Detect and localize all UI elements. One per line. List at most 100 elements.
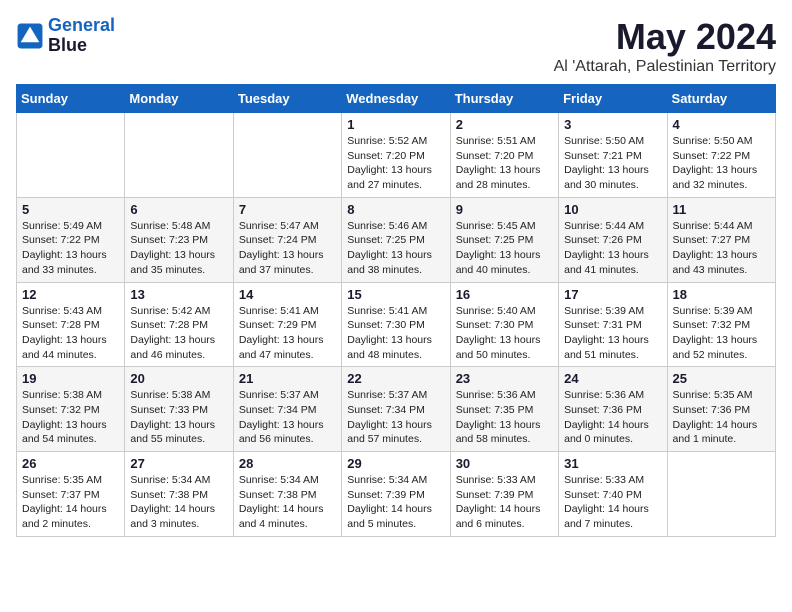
day-info: Sunrise: 5:35 AMSunset: 7:37 PMDaylight:…: [22, 473, 119, 532]
day-number: 26: [22, 456, 119, 471]
day-info: Sunrise: 5:41 AMSunset: 7:29 PMDaylight:…: [239, 304, 336, 363]
day-number: 30: [456, 456, 553, 471]
weekday-header-sunday: Sunday: [17, 85, 125, 113]
calendar-cell: 26 Sunrise: 5:35 AMSunset: 7:37 PMDayligh…: [17, 452, 125, 537]
day-number: 2: [456, 117, 553, 132]
calendar-cell: 31 Sunrise: 5:33 AMSunset: 7:40 PMDayligh…: [559, 452, 667, 537]
calendar-cell: 20Sunrise: 5:38 AMSunset: 7:33 PMDayligh…: [125, 367, 233, 452]
day-info: Sunrise: 5:46 AMSunset: 7:25 PMDaylight:…: [347, 219, 444, 278]
calendar-cell: 8 Sunrise: 5:46 AMSunset: 7:25 PMDaylight…: [342, 197, 450, 282]
day-info: Sunrise: 5:39 AMSunset: 7:31 PMDaylight:…: [564, 304, 661, 363]
weekday-header-saturday: Saturday: [667, 85, 775, 113]
week-row-1: 1 Sunrise: 5:52 AMSunset: 7:20 PMDaylight…: [17, 113, 776, 198]
calendar-cell: 15Sunrise: 5:41 AMSunset: 7:30 PMDayligh…: [342, 282, 450, 367]
day-number: 29: [347, 456, 444, 471]
day-info: Sunrise: 5:51 AMSunset: 7:20 PMDaylight:…: [456, 134, 553, 193]
calendar-cell: 13 Sunrise: 5:42 AMSunset: 7:28 PMDayligh…: [125, 282, 233, 367]
calendar-cell: 21 Sunrise: 5:37 AMSunset: 7:34 PMDayligh…: [233, 367, 341, 452]
day-info: Sunrise: 5:42 AMSunset: 7:28 PMDaylight:…: [130, 304, 227, 363]
day-number: 24: [564, 371, 661, 386]
weekday-header-thursday: Thursday: [450, 85, 558, 113]
calendar-table: SundayMondayTuesdayWednesdayThursdayFrid…: [16, 84, 776, 537]
day-info: Sunrise: 5:33 AMSunset: 7:40 PMDaylight:…: [564, 473, 661, 532]
day-info: Sunrise: 5:37 AMSunset: 7:34 PMDaylight:…: [347, 388, 444, 447]
calendar-cell: 29 Sunrise: 5:34 AMSunset: 7:39 PMDayligh…: [342, 452, 450, 537]
calendar-cell: [233, 113, 341, 198]
day-info: Sunrise: 5:43 AMSunset: 7:28 PMDaylight:…: [22, 304, 119, 363]
calendar-cell: 1 Sunrise: 5:52 AMSunset: 7:20 PMDaylight…: [342, 113, 450, 198]
day-number: 31: [564, 456, 661, 471]
logo-icon: [16, 22, 44, 50]
week-row-3: 12 Sunrise: 5:43 AMSunset: 7:28 PMDayligh…: [17, 282, 776, 367]
day-info: Sunrise: 5:52 AMSunset: 7:20 PMDaylight:…: [347, 134, 444, 193]
calendar-cell: 4 Sunrise: 5:50 AMSunset: 7:22 PMDaylight…: [667, 113, 775, 198]
day-info: Sunrise: 5:41 AMSunset: 7:30 PMDaylight:…: [347, 304, 444, 363]
calendar-cell: 23 Sunrise: 5:36 AMSunset: 7:35 PMDayligh…: [450, 367, 558, 452]
day-number: 7: [239, 202, 336, 217]
day-number: 10: [564, 202, 661, 217]
calendar-cell: 16Sunrise: 5:40 AMSunset: 7:30 PMDayligh…: [450, 282, 558, 367]
calendar-cell: 6 Sunrise: 5:48 AMSunset: 7:23 PMDaylight…: [125, 197, 233, 282]
week-row-5: 26 Sunrise: 5:35 AMSunset: 7:37 PMDayligh…: [17, 452, 776, 537]
calendar-cell: 19 Sunrise: 5:38 AMSunset: 7:32 PMDayligh…: [17, 367, 125, 452]
calendar-cell: 22 Sunrise: 5:37 AMSunset: 7:34 PMDayligh…: [342, 367, 450, 452]
day-info: Sunrise: 5:50 AMSunset: 7:22 PMDaylight:…: [673, 134, 770, 193]
calendar-cell: 17Sunrise: 5:39 AMSunset: 7:31 PMDayligh…: [559, 282, 667, 367]
weekday-header-tuesday: Tuesday: [233, 85, 341, 113]
day-number: 6: [130, 202, 227, 217]
day-number: 11: [673, 202, 770, 217]
day-number: 8: [347, 202, 444, 217]
day-info: Sunrise: 5:50 AMSunset: 7:21 PMDaylight:…: [564, 134, 661, 193]
logo: General Blue: [16, 16, 115, 56]
day-info: Sunrise: 5:36 AMSunset: 7:36 PMDaylight:…: [564, 388, 661, 447]
day-info: Sunrise: 5:36 AMSunset: 7:35 PMDaylight:…: [456, 388, 553, 447]
calendar-cell: 28 Sunrise: 5:34 AMSunset: 7:38 PMDayligh…: [233, 452, 341, 537]
day-info: Sunrise: 5:48 AMSunset: 7:23 PMDaylight:…: [130, 219, 227, 278]
page-header: General Blue May 2024 Al 'Attarah, Pales…: [16, 16, 776, 76]
day-info: Sunrise: 5:34 AMSunset: 7:38 PMDaylight:…: [239, 473, 336, 532]
day-number: 5: [22, 202, 119, 217]
weekday-header-monday: Monday: [125, 85, 233, 113]
calendar-cell: 7 Sunrise: 5:47 AMSunset: 7:24 PMDaylight…: [233, 197, 341, 282]
calendar-cell: 25 Sunrise: 5:35 AMSunset: 7:36 PMDayligh…: [667, 367, 775, 452]
calendar-cell: 2 Sunrise: 5:51 AMSunset: 7:20 PMDaylight…: [450, 113, 558, 198]
calendar-cell: 27Sunrise: 5:34 AMSunset: 7:38 PMDayligh…: [125, 452, 233, 537]
day-number: 12: [22, 287, 119, 302]
calendar-cell: 14 Sunrise: 5:41 AMSunset: 7:29 PMDayligh…: [233, 282, 341, 367]
day-number: 19: [22, 371, 119, 386]
day-number: 28: [239, 456, 336, 471]
week-row-2: 5 Sunrise: 5:49 AMSunset: 7:22 PMDaylight…: [17, 197, 776, 282]
weekday-header-row: SundayMondayTuesdayWednesdayThursdayFrid…: [17, 85, 776, 113]
day-number: 1: [347, 117, 444, 132]
day-number: 22: [347, 371, 444, 386]
calendar-cell: 12 Sunrise: 5:43 AMSunset: 7:28 PMDayligh…: [17, 282, 125, 367]
day-info: Sunrise: 5:44 AMSunset: 7:27 PMDaylight:…: [673, 219, 770, 278]
title-block: May 2024 Al 'Attarah, Palestinian Territ…: [554, 16, 776, 76]
day-info: Sunrise: 5:47 AMSunset: 7:24 PMDaylight:…: [239, 219, 336, 278]
day-info: Sunrise: 5:49 AMSunset: 7:22 PMDaylight:…: [22, 219, 119, 278]
day-info: Sunrise: 5:35 AMSunset: 7:36 PMDaylight:…: [673, 388, 770, 447]
day-number: 25: [673, 371, 770, 386]
day-info: Sunrise: 5:38 AMSunset: 7:32 PMDaylight:…: [22, 388, 119, 447]
day-number: 3: [564, 117, 661, 132]
week-row-4: 19 Sunrise: 5:38 AMSunset: 7:32 PMDayligh…: [17, 367, 776, 452]
day-number: 4: [673, 117, 770, 132]
calendar-cell: [125, 113, 233, 198]
day-number: 18: [673, 287, 770, 302]
day-info: Sunrise: 5:38 AMSunset: 7:33 PMDaylight:…: [130, 388, 227, 447]
calendar-cell: [667, 452, 775, 537]
weekday-header-friday: Friday: [559, 85, 667, 113]
day-number: 21: [239, 371, 336, 386]
day-number: 13: [130, 287, 227, 302]
calendar-cell: 3 Sunrise: 5:50 AMSunset: 7:21 PMDaylight…: [559, 113, 667, 198]
location-title: Al 'Attarah, Palestinian Territory: [554, 58, 776, 76]
day-info: Sunrise: 5:39 AMSunset: 7:32 PMDaylight:…: [673, 304, 770, 363]
day-info: Sunrise: 5:34 AMSunset: 7:39 PMDaylight:…: [347, 473, 444, 532]
day-info: Sunrise: 5:34 AMSunset: 7:38 PMDaylight:…: [130, 473, 227, 532]
day-info: Sunrise: 5:33 AMSunset: 7:39 PMDaylight:…: [456, 473, 553, 532]
day-info: Sunrise: 5:37 AMSunset: 7:34 PMDaylight:…: [239, 388, 336, 447]
day-number: 14: [239, 287, 336, 302]
day-number: 23: [456, 371, 553, 386]
weekday-header-wednesday: Wednesday: [342, 85, 450, 113]
calendar-cell: 30 Sunrise: 5:33 AMSunset: 7:39 PMDayligh…: [450, 452, 558, 537]
